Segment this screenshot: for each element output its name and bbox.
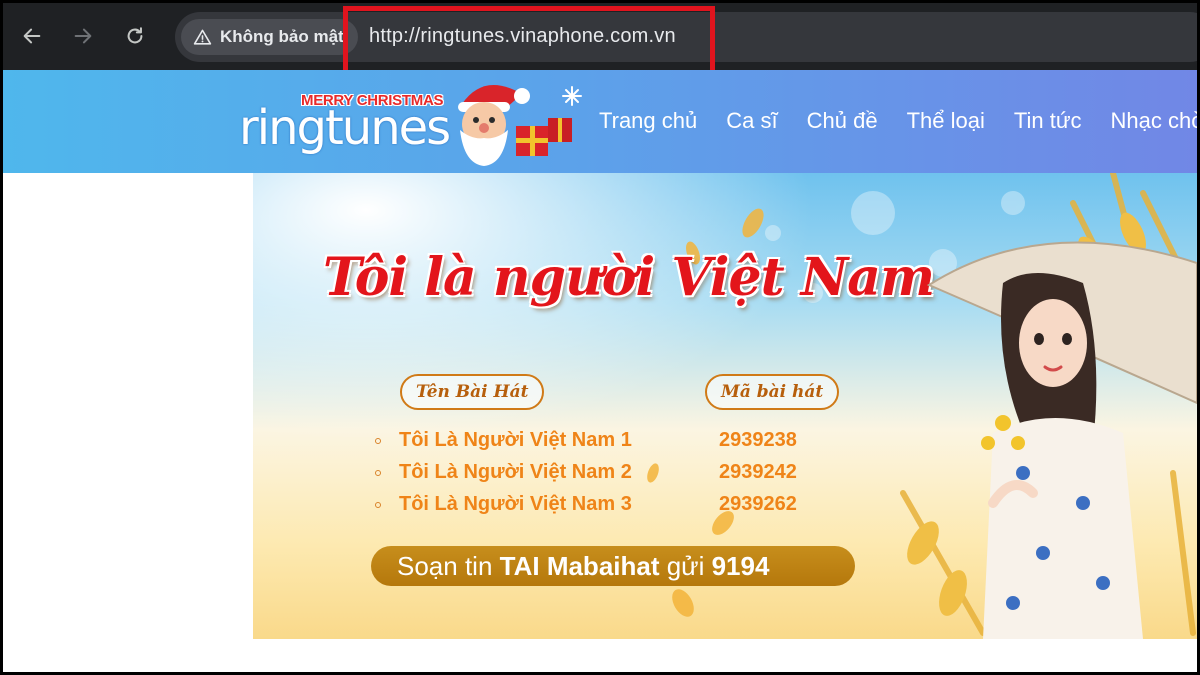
song-code: 2939262 — [719, 493, 797, 515]
nav-item-topics[interactable]: Chủ đề — [807, 108, 878, 134]
ringtunes-logo[interactable]: MERRY CHRISTMAS ringtunes — [239, 74, 589, 172]
girl-with-conical-hat-illustration — [900, 173, 1197, 639]
song-name: Tôi Là Người Việt Nam 2 — [399, 461, 632, 483]
main-nav: Trang chủ Ca sĩ Chủ đề Thể loại Tin tức … — [599, 108, 1197, 134]
back-arrow-icon — [23, 28, 41, 44]
logo-wordmark: ringtunes — [239, 100, 451, 156]
security-label: Không bảo mật — [220, 27, 344, 46]
reload-button[interactable] — [118, 19, 152, 53]
browser-toolbar: Không bảo mật http://ringtunes.vinaphone… — [3, 3, 1197, 76]
forward-arrow-icon — [74, 28, 92, 44]
song-name: Tôi Là Người Việt Nam 1 — [399, 429, 632, 451]
song-code: 2939238 — [719, 429, 797, 451]
forward-button[interactable] — [66, 19, 100, 53]
bullet-icon — [375, 437, 381, 444]
bullet-icon — [375, 469, 381, 476]
nav-item-singers[interactable]: Ca sĩ — [726, 108, 777, 134]
site-header: MERRY CHRISTMAS ringtunes Trang chủ Ca s… — [3, 70, 1197, 173]
nav-item-ringback[interactable]: Nhạc chờ — [1111, 108, 1197, 134]
warning-triangle-icon — [193, 29, 212, 45]
nav-item-genres[interactable]: Thể loại — [907, 108, 985, 134]
song-code-header: Mã bài hát — [705, 374, 840, 410]
song-row: Tôi Là Người Việt Nam 3 2939262 — [375, 493, 797, 516]
reload-icon — [127, 27, 143, 44]
santa-gifts-icon — [458, 85, 582, 166]
promo-banner[interactable]: Tôi là người Việt Nam Tên Bài Hát Mã bài… — [253, 173, 1197, 639]
song-row: Tôi Là Người Việt Nam 2 2939242 — [375, 461, 797, 484]
site-security-chip[interactable]: Không bảo mật — [181, 19, 358, 55]
screenshot-frame: Không bảo mật http://ringtunes.vinaphone… — [3, 3, 1197, 672]
song-code: 2939242 — [719, 461, 797, 483]
song-name-header: Tên Bài Hát — [400, 374, 545, 410]
nav-item-news[interactable]: Tin tức — [1014, 108, 1082, 134]
url-highlight-box — [343, 6, 715, 76]
bullet-icon — [375, 501, 381, 508]
song-name: Tôi Là Người Việt Nam 3 — [399, 493, 632, 515]
sms-instruction-bar: Soạn tin TAI Mabaihat gửi 9194 — [371, 546, 855, 586]
back-button[interactable] — [15, 19, 49, 53]
banner-title: Tôi là người Việt Nam — [323, 247, 935, 308]
song-row: Tôi Là Người Việt Nam 1 2939238 — [375, 429, 797, 452]
nav-item-home[interactable]: Trang chủ — [599, 108, 697, 134]
